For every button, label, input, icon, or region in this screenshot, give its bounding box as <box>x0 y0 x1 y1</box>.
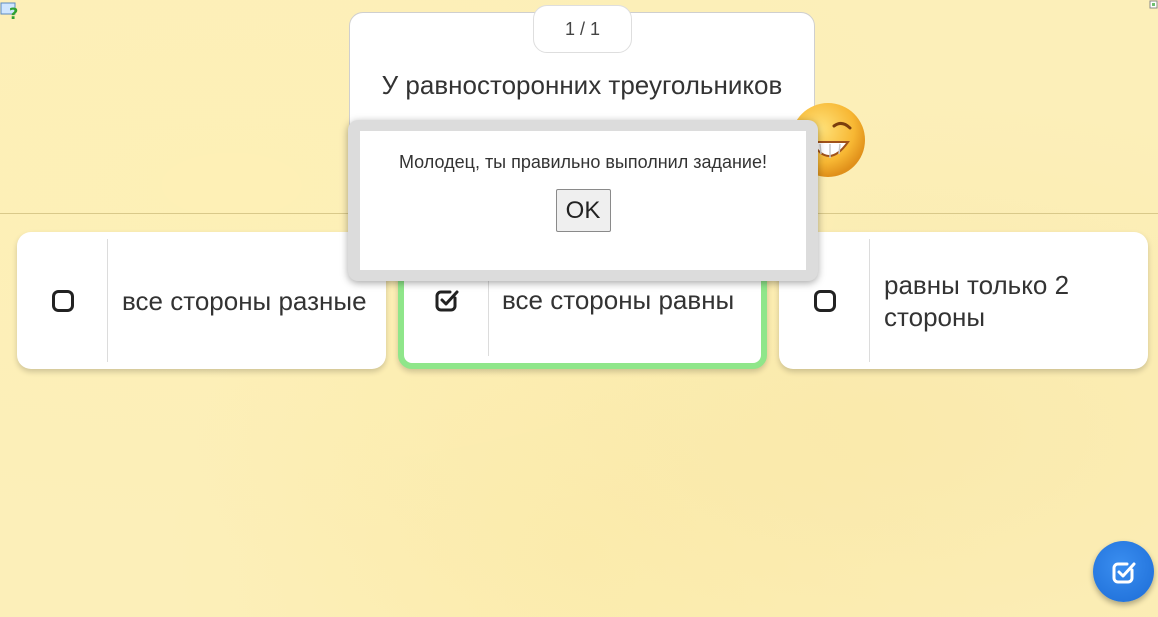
result-dialog-body: Молодец, ты правильно выполнил задание! … <box>360 131 806 270</box>
result-message: Молодец, ты правильно выполнил задание! <box>398 152 767 172</box>
submit-check-icon <box>1112 562 1135 583</box>
question-counter: 1 / 1 <box>533 5 632 53</box>
answer-checkbox-1[interactable] <box>17 232 108 369</box>
checkbox-empty-icon <box>813 289 836 312</box>
svg-text:?: ? <box>9 4 18 22</box>
answer-label-3: равны только 2 стороны <box>884 269 1070 332</box>
answer-card-1[interactable]: все стороны разные <box>17 232 386 369</box>
result-dialog: Молодец, ты правильно выполнил задание! … <box>348 120 818 281</box>
checkbox-empty-icon <box>51 289 74 312</box>
ok-button[interactable]: OK <box>555 189 611 232</box>
question-text: У равносторонних треугольников <box>381 70 783 100</box>
corner-icon <box>1149 0 1158 9</box>
answer-label-1: все стороны разные <box>122 285 367 316</box>
submit-button[interactable] <box>1093 541 1154 602</box>
help-icon[interactable]: ? <box>0 0 22 22</box>
checkbox-checked-icon <box>435 290 458 311</box>
answer-card-3[interactable]: равны только 2 стороны <box>779 232 1148 369</box>
